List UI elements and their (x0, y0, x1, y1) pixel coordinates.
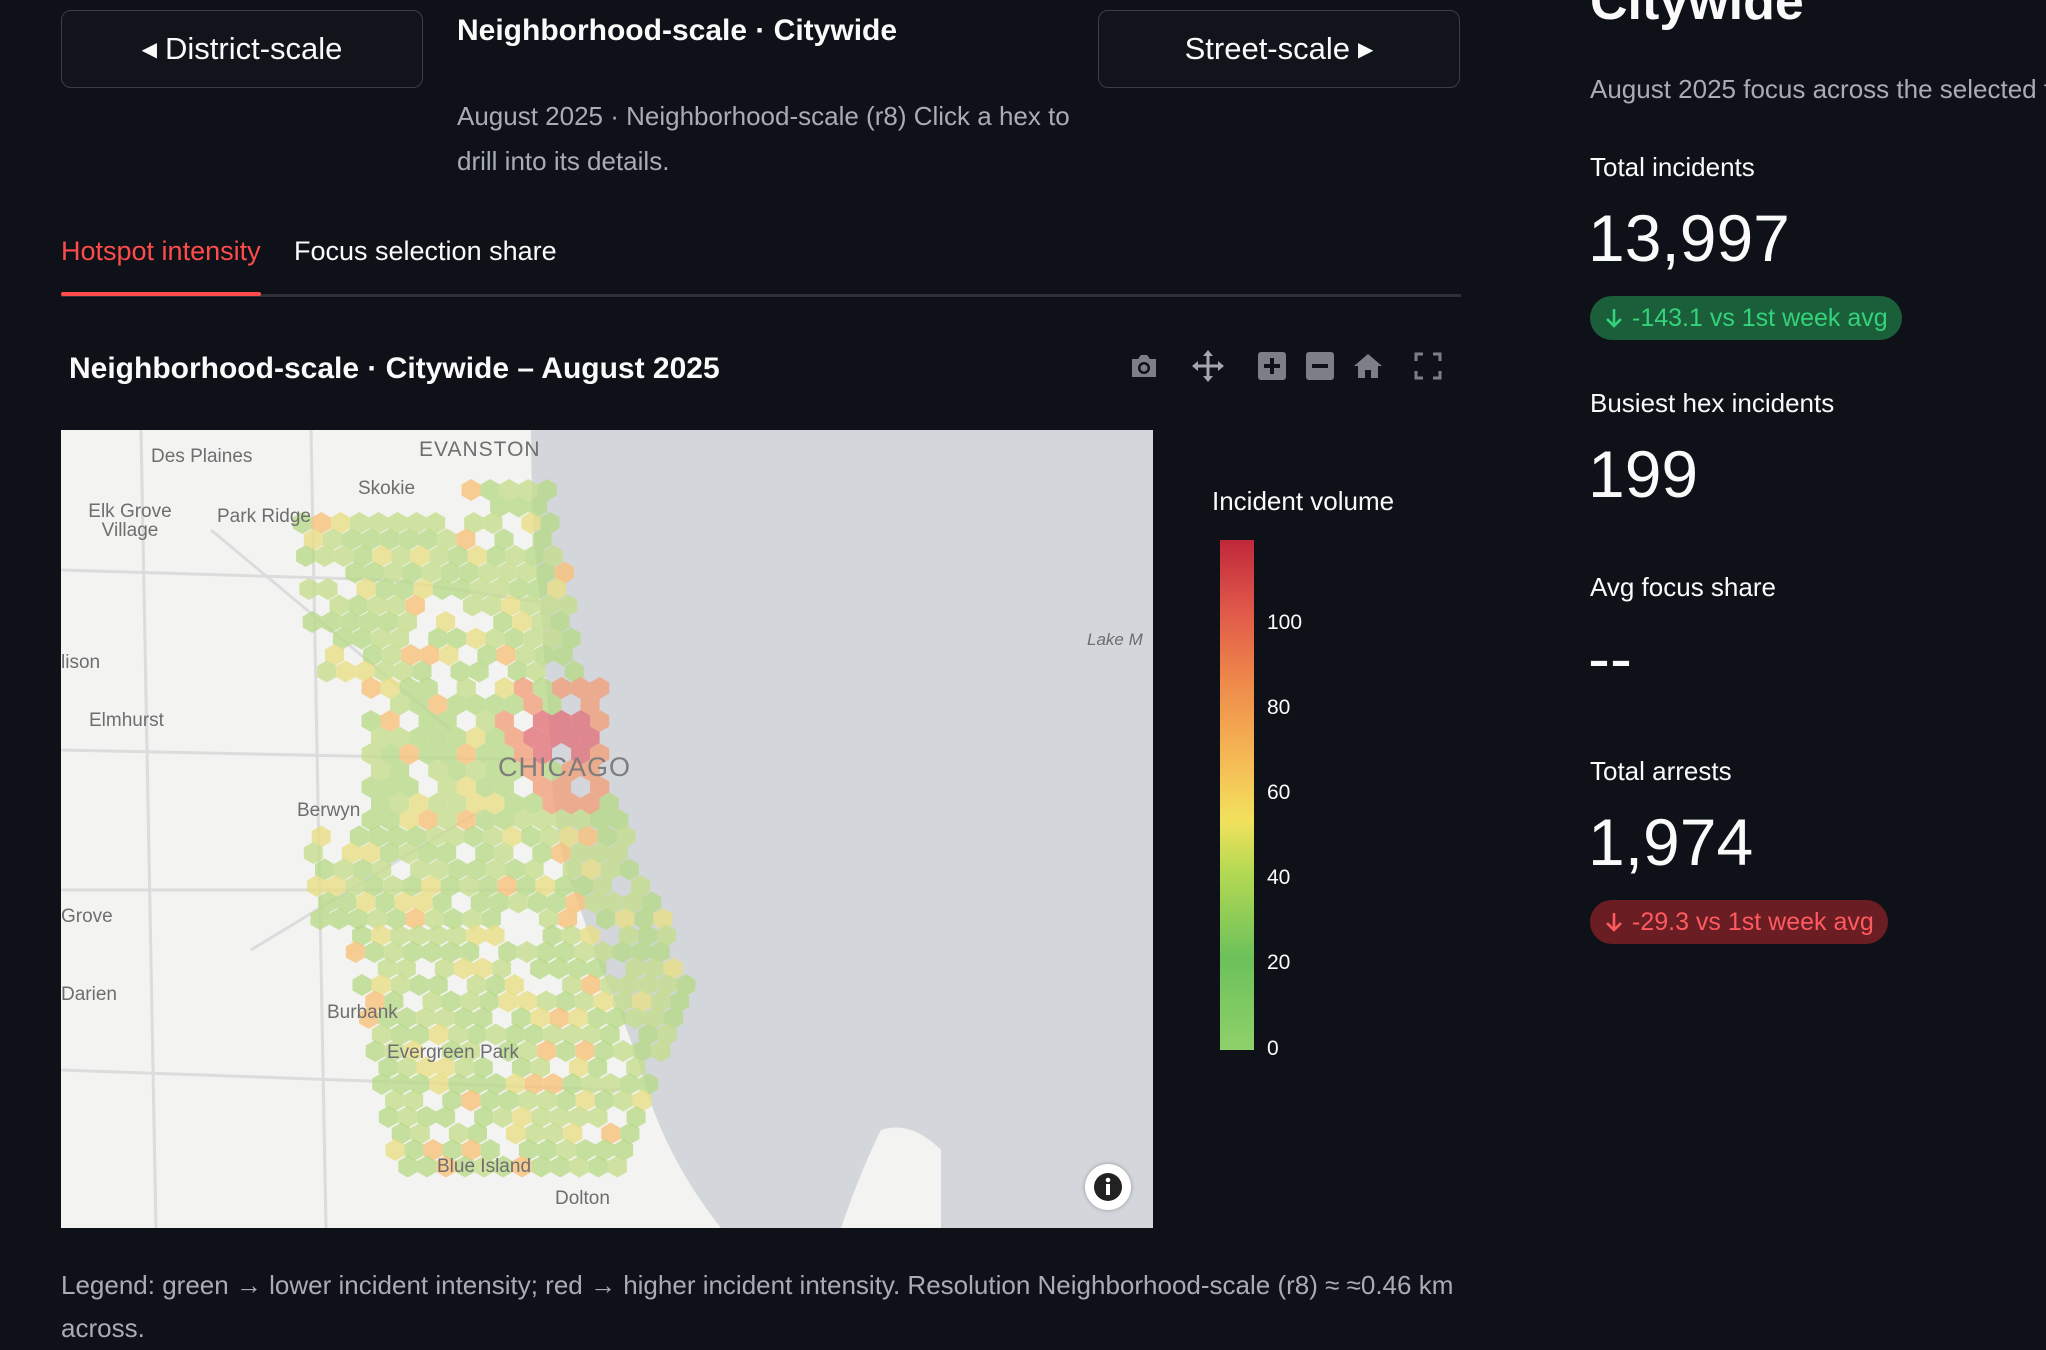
pan-icon[interactable] (1188, 346, 1228, 386)
hex-cell[interactable] (409, 974, 429, 996)
hex-cell[interactable] (517, 941, 537, 963)
triangle-right-icon: ▶ (1358, 38, 1374, 61)
tab-bar: Hotspot intensity Focus selection share (61, 228, 1461, 298)
map-label-park-ridge: Park Ridge (217, 506, 311, 527)
tab-divider (61, 294, 1461, 297)
page-title: Neighborhood-scale · Citywide (457, 14, 898, 47)
prev-scale-label: District-scale (164, 31, 343, 66)
camera-icon[interactable] (1124, 346, 1164, 386)
map-label-evanston: EVANSTON (419, 438, 541, 461)
tab-focus-selection-share[interactable]: Focus selection share (294, 236, 557, 267)
arrow-down-icon (1606, 913, 1622, 932)
colorbar-tick-40: 40 (1267, 866, 1291, 889)
map-label-dolton: Dolton (555, 1188, 610, 1209)
colorbar-title: Incident volume (1212, 486, 1395, 516)
tab-hotspot-intensity[interactable]: Hotspot intensity (61, 236, 261, 267)
colorbar-tick-100: 100 (1267, 611, 1303, 634)
map-label-elmhurst: Elmhurst (89, 710, 164, 731)
zoom-in-icon[interactable] (1252, 346, 1292, 386)
metric-value-busiest-hex: 199 (1588, 437, 1699, 511)
hex-cell[interactable] (466, 627, 486, 650)
map-label-chicago: CHICAGO (498, 752, 632, 782)
active-tab-indicator (61, 292, 261, 296)
colorbar-tick-0: 0 (1267, 1037, 1279, 1060)
map-label-des-plaines: Des Plaines (151, 446, 253, 467)
next-scale-label: Street-scale (1184, 31, 1350, 66)
map-basemap (61, 430, 1153, 1228)
map-label-skokie: Skokie (358, 478, 416, 499)
map-label-lake-michigan: Lake M (1087, 630, 1143, 649)
metric-delta-text: -143.1 vs 1st week avg (1632, 303, 1888, 332)
metric-label-total-incidents: Total incidents (1590, 152, 1755, 182)
metric-delta-total-incidents: -143.1 vs 1st week avg (1590, 296, 1902, 340)
map-legend-caption: Legend: green → lower incident intensity… (61, 1270, 1454, 1343)
colorbar-tick-80: 80 (1267, 696, 1291, 719)
colorbar-tick-20: 20 (1267, 951, 1291, 974)
arrow-down-icon (1606, 309, 1622, 328)
metric-value-total-arrests: 1,974 (1588, 805, 1754, 879)
metric-label-total-arrests: Total arrests (1590, 756, 1732, 786)
hex-cell[interactable] (352, 974, 372, 996)
map-label-darien: Darien (61, 984, 117, 1005)
metric-label-busiest-hex: Busiest hex incidents (1590, 388, 1835, 418)
home-icon[interactable] (1348, 346, 1388, 386)
triangle-left-icon: ◀ (141, 38, 157, 61)
map-label-blue-island: Blue Island (437, 1156, 532, 1177)
metric-label-avg-focus-share: Avg focus share (1590, 572, 1776, 602)
map-label-lison: lison (61, 652, 101, 673)
map-label-elk-grove-village: Elk Grove Village (88, 501, 172, 541)
hex-cell[interactable] (613, 1040, 633, 1062)
metric-delta-total-arrests: -29.3 vs 1st week avg (1590, 900, 1888, 944)
panel-title: Citywide (1590, 0, 1804, 31)
next-scale-button[interactable]: Street-scale ▶ (1098, 10, 1460, 88)
hex-cell[interactable] (302, 611, 322, 633)
colorbar (1220, 540, 1254, 1050)
hex-map[interactable]: Des Plaines EVANSTON Skokie Elk Grove Vi… (61, 430, 1153, 1228)
map-label-burbank: Burbank (327, 1002, 398, 1023)
map-label-berwyn: Berwyn (297, 800, 361, 821)
map-label-evergreen-park: Evergreen Park (387, 1042, 520, 1063)
metric-delta-text: -29.3 vs 1st week avg (1632, 907, 1874, 936)
hex-cell[interactable] (461, 479, 481, 501)
panel-subtitle: August 2025 focus across the selected fi (1590, 74, 2046, 104)
hex-cell[interactable] (318, 578, 338, 600)
metric-value-total-incidents: 13,997 (1588, 201, 1790, 275)
page-subtitle: August 2025 · Neighborhood-scale (r8) Cl… (457, 101, 1070, 176)
metric-value-avg-focus-share: -- (1588, 621, 1632, 695)
map-label-grove: Grove (61, 906, 113, 927)
colorbar-tick-60: 60 (1267, 781, 1291, 804)
fullscreen-icon[interactable] (1408, 346, 1448, 386)
prev-scale-button[interactable]: ◀ District-scale (61, 10, 423, 88)
info-icon[interactable] (1085, 1164, 1131, 1210)
hex-cell[interactable] (336, 660, 356, 683)
chart-title: Neighborhood-scale · Citywide – August 2… (69, 352, 720, 385)
zoom-out-icon[interactable] (1300, 346, 1340, 386)
